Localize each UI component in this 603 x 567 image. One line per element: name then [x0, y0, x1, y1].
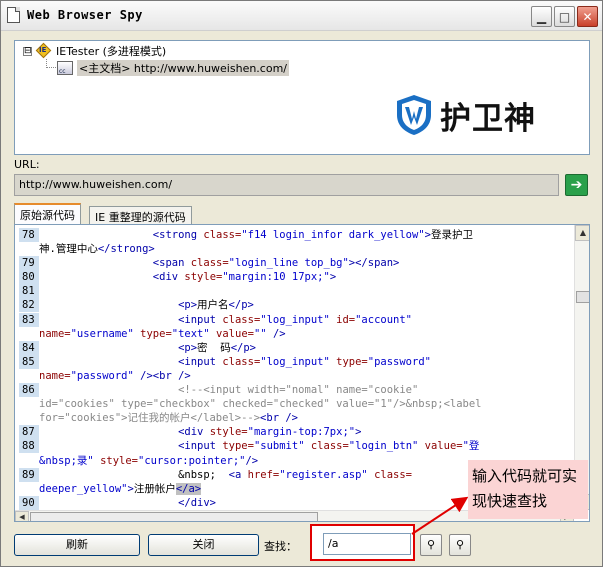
tree-node-main-document[interactable]: <主文档> http://www.huweishen.com/ [57, 60, 290, 76]
line-number: 81 [19, 284, 39, 299]
code-text: <p>密 码</p> [178, 341, 256, 354]
huweishen-logo: 护卫神 [394, 85, 569, 145]
hscroll-thumb[interactable] [30, 512, 318, 521]
code-text: &nbsp;录" style="cursor:pointer;"/> [39, 454, 259, 467]
title-bar[interactable]: Web Browser Spy ▁ □ ✕ [1, 1, 602, 31]
refresh-button[interactable]: 刷新 [14, 534, 140, 556]
close-button[interactable]: 关闭 [148, 534, 259, 556]
code-line: 84 <p>密 码</p> [15, 340, 575, 355]
maximize-button[interactable]: □ [554, 6, 575, 27]
code-line: for="cookies">记住我的帐户</label>--><br /> [15, 411, 575, 425]
code-text: <input type="submit" class="login_btn" v… [178, 440, 480, 453]
line-number: 79 [19, 256, 39, 271]
scroll-up-arrow[interactable]: ▲ [575, 225, 589, 241]
code-text: <div style="margin:10 17px;"> [152, 271, 337, 284]
binoculars-up-icon: ⚲ [426, 538, 436, 551]
line-number: 84 [19, 340, 39, 355]
code-line: 78 <strong class="f14 login_infor dark_y… [15, 228, 575, 242]
tree-node-label: IETester (多进程模式) [56, 45, 167, 58]
scroll-thumb[interactable] [576, 291, 589, 303]
code-line: id="cookies" type="checkbox" checked="ch… [15, 397, 575, 411]
binoculars-down-icon: ⚲ [455, 538, 465, 551]
url-field[interactable]: http://www.huweishen.com/ [14, 174, 559, 196]
code-text: for="cookies">记住我的帐户</label>--><br /> [39, 412, 298, 425]
line-number: 85 [19, 354, 39, 369]
browser-spy-window: Web Browser Spy ▁ □ ✕ ⊟ IE IETester (多进程… [0, 0, 603, 567]
collapse-toggle[interactable]: ⊟ [23, 46, 32, 56]
annotation-text-line-1: 输入代码就可实 [472, 467, 578, 485]
line-number: 87 [19, 425, 39, 440]
code-text: <span class="login_line top_bg"></span> [152, 257, 400, 270]
code-text: 神.管理中心</strong> [39, 243, 155, 256]
document-icon [7, 7, 20, 23]
minimize-icon: ▁ [536, 9, 547, 24]
code-text: name="username" type="text" value="" /> [39, 327, 286, 340]
brand-name: 护卫神 [440, 100, 536, 137]
tree-node-label: <主文档> http://www.huweishen.com/ [77, 60, 290, 76]
code-text: id="cookies" type="checkbox" checked="ch… [39, 398, 482, 411]
search-label: 查找： [264, 540, 297, 553]
line-number: 89 [19, 467, 39, 482]
code-line: 81 [15, 284, 575, 299]
code-text: </div> [178, 496, 217, 509]
search-input[interactable]: /a [323, 533, 411, 555]
code-line: 86 <!--<input width="nomal" name="cookie… [15, 383, 575, 398]
ietester-icon: IE [35, 42, 52, 59]
code-line: name="password" /><br /> [15, 369, 575, 383]
go-button[interactable]: ➔ [565, 174, 588, 196]
code-text: <strong class="f14 login_infor dark_yell… [152, 229, 473, 241]
line-number: 86 [19, 383, 39, 398]
code-line: 85 <input class="log_input" type="passwo… [15, 354, 575, 369]
line-number: 90 [19, 495, 39, 510]
minimize-button[interactable]: ▁ [531, 6, 552, 27]
maximize-icon: □ [558, 9, 571, 24]
code-line: 83 <input class="log_input" id="account" [15, 312, 575, 327]
window-title: Web Browser Spy [27, 8, 143, 22]
code-text: &nbsp; <a href="register.asp" class= [178, 468, 412, 481]
code-text: <div style="margin-top:7px;"> [178, 426, 362, 439]
code-line: 80 <div style="margin:10 17px;"> [15, 270, 575, 285]
close-icon: ✕ [582, 9, 593, 24]
code-text: <input class="log_input" id="account" [178, 313, 413, 326]
code-line: name="username" type="text" value="" /> [15, 327, 575, 341]
line-number: 82 [19, 298, 39, 313]
line-number: 83 [19, 312, 39, 327]
tree-connector [46, 59, 56, 68]
code-line: 神.管理中心</strong> [15, 242, 575, 256]
shield-logo-icon [397, 95, 431, 135]
code-text: deeper_yellow">注册帐户</a> [39, 482, 202, 495]
line-number: 78 [19, 228, 39, 242]
annotation-callout: 输入代码就可实 现快速查找 [468, 460, 588, 519]
find-next-button[interactable]: ⚲ [449, 534, 471, 556]
document-tree[interactable]: ⊟ IE IETester (多进程模式) <主文档> http://www.h… [14, 40, 590, 155]
tab-ie-reformatted-source[interactable]: IE 重整理的源代码 [89, 206, 192, 224]
find-previous-button[interactable]: ⚲ [420, 534, 442, 556]
code-text: name="password" /><br /> [39, 369, 191, 382]
code-line: 88 <input type="submit" class="login_btn… [15, 439, 575, 454]
html-document-icon [57, 61, 73, 75]
arrow-right-icon: ➔ [570, 177, 583, 193]
annotation-arrow [411, 496, 469, 535]
tab-original-source[interactable]: 原始源代码 [14, 203, 81, 224]
tree-node-ietester[interactable]: ⊟ IE IETester (多进程模式) [23, 42, 167, 59]
line-number: 80 [19, 270, 39, 285]
code-text: <p>用户名</p> [178, 299, 254, 312]
code-line: 79 <span class="login_line top_bg"></spa… [15, 256, 575, 271]
annotation-text-line-2: 现快速查找 [472, 492, 548, 510]
url-label: URL: [14, 158, 40, 171]
scroll-left-arrow[interactable]: ◀ [15, 511, 29, 521]
code-text: <!--<input width="nomal" name="cookie" [178, 384, 419, 397]
code-line: 82 <p>用户名</p> [15, 298, 575, 313]
line-number: 88 [19, 439, 39, 454]
close-window-button[interactable]: ✕ [577, 6, 598, 27]
code-line: 87 <div style="margin-top:7px;"> [15, 425, 575, 440]
code-text: <input class="log_input" type="password" [178, 355, 431, 368]
